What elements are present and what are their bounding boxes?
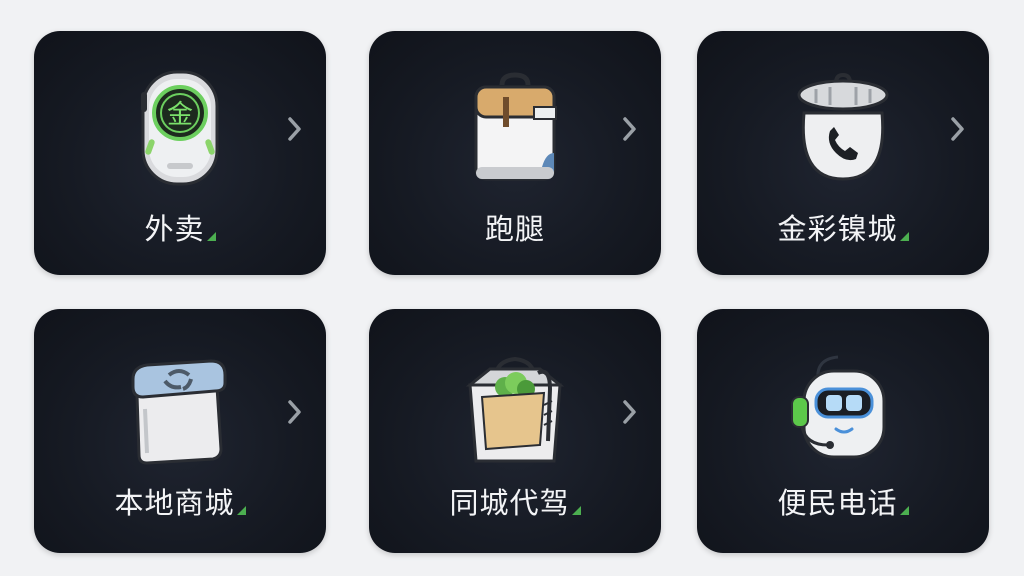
tile-paotui[interactable]: 跑腿 [369, 31, 661, 275]
chevron-right-icon [288, 117, 301, 141]
tile-waimai[interactable]: 金 外卖 [34, 31, 326, 275]
tile-bendishangcheng[interactable]: 本地商城 [34, 309, 326, 553]
tile-label: 外卖 [144, 212, 205, 246]
tile-label: 本地商城 [114, 486, 235, 520]
tile-tongchengdaijia[interactable]: 同城代驾 [369, 309, 661, 553]
new-mark-icon [571, 506, 581, 515]
chevron-right-icon [623, 400, 636, 424]
robot-headset-icon [697, 349, 989, 471]
tile-jincainiecheng[interactable]: 金彩镍城 [697, 31, 989, 275]
tile-bianmindianhua[interactable]: 便民电话 [697, 309, 989, 553]
phone-sack-icon [697, 67, 989, 189]
new-mark-icon [899, 232, 909, 241]
new-mark-icon [236, 506, 246, 515]
chevron-right-icon [623, 117, 636, 141]
chevron-right-icon [288, 400, 301, 424]
recycle-bin-box-icon [34, 349, 326, 471]
tile-label: 同城代驾 [449, 486, 570, 520]
tile-label: 便民电话 [777, 486, 898, 520]
new-mark-icon [206, 232, 216, 241]
tile-label: 跑腿 [484, 212, 545, 246]
gold-coin-pod-icon: 金 [34, 67, 326, 189]
produce-box-icon [369, 349, 661, 471]
tile-label: 金彩镍城 [777, 212, 898, 246]
service-grid: 金 外卖 跑腿 金彩镍城 本地商城 同城代驾 便民电话 [0, 0, 1024, 576]
chevron-right-icon [951, 117, 964, 141]
delivery-bag-icon [369, 67, 661, 189]
new-mark-icon [899, 506, 909, 515]
svg-text:金: 金 [167, 100, 193, 130]
